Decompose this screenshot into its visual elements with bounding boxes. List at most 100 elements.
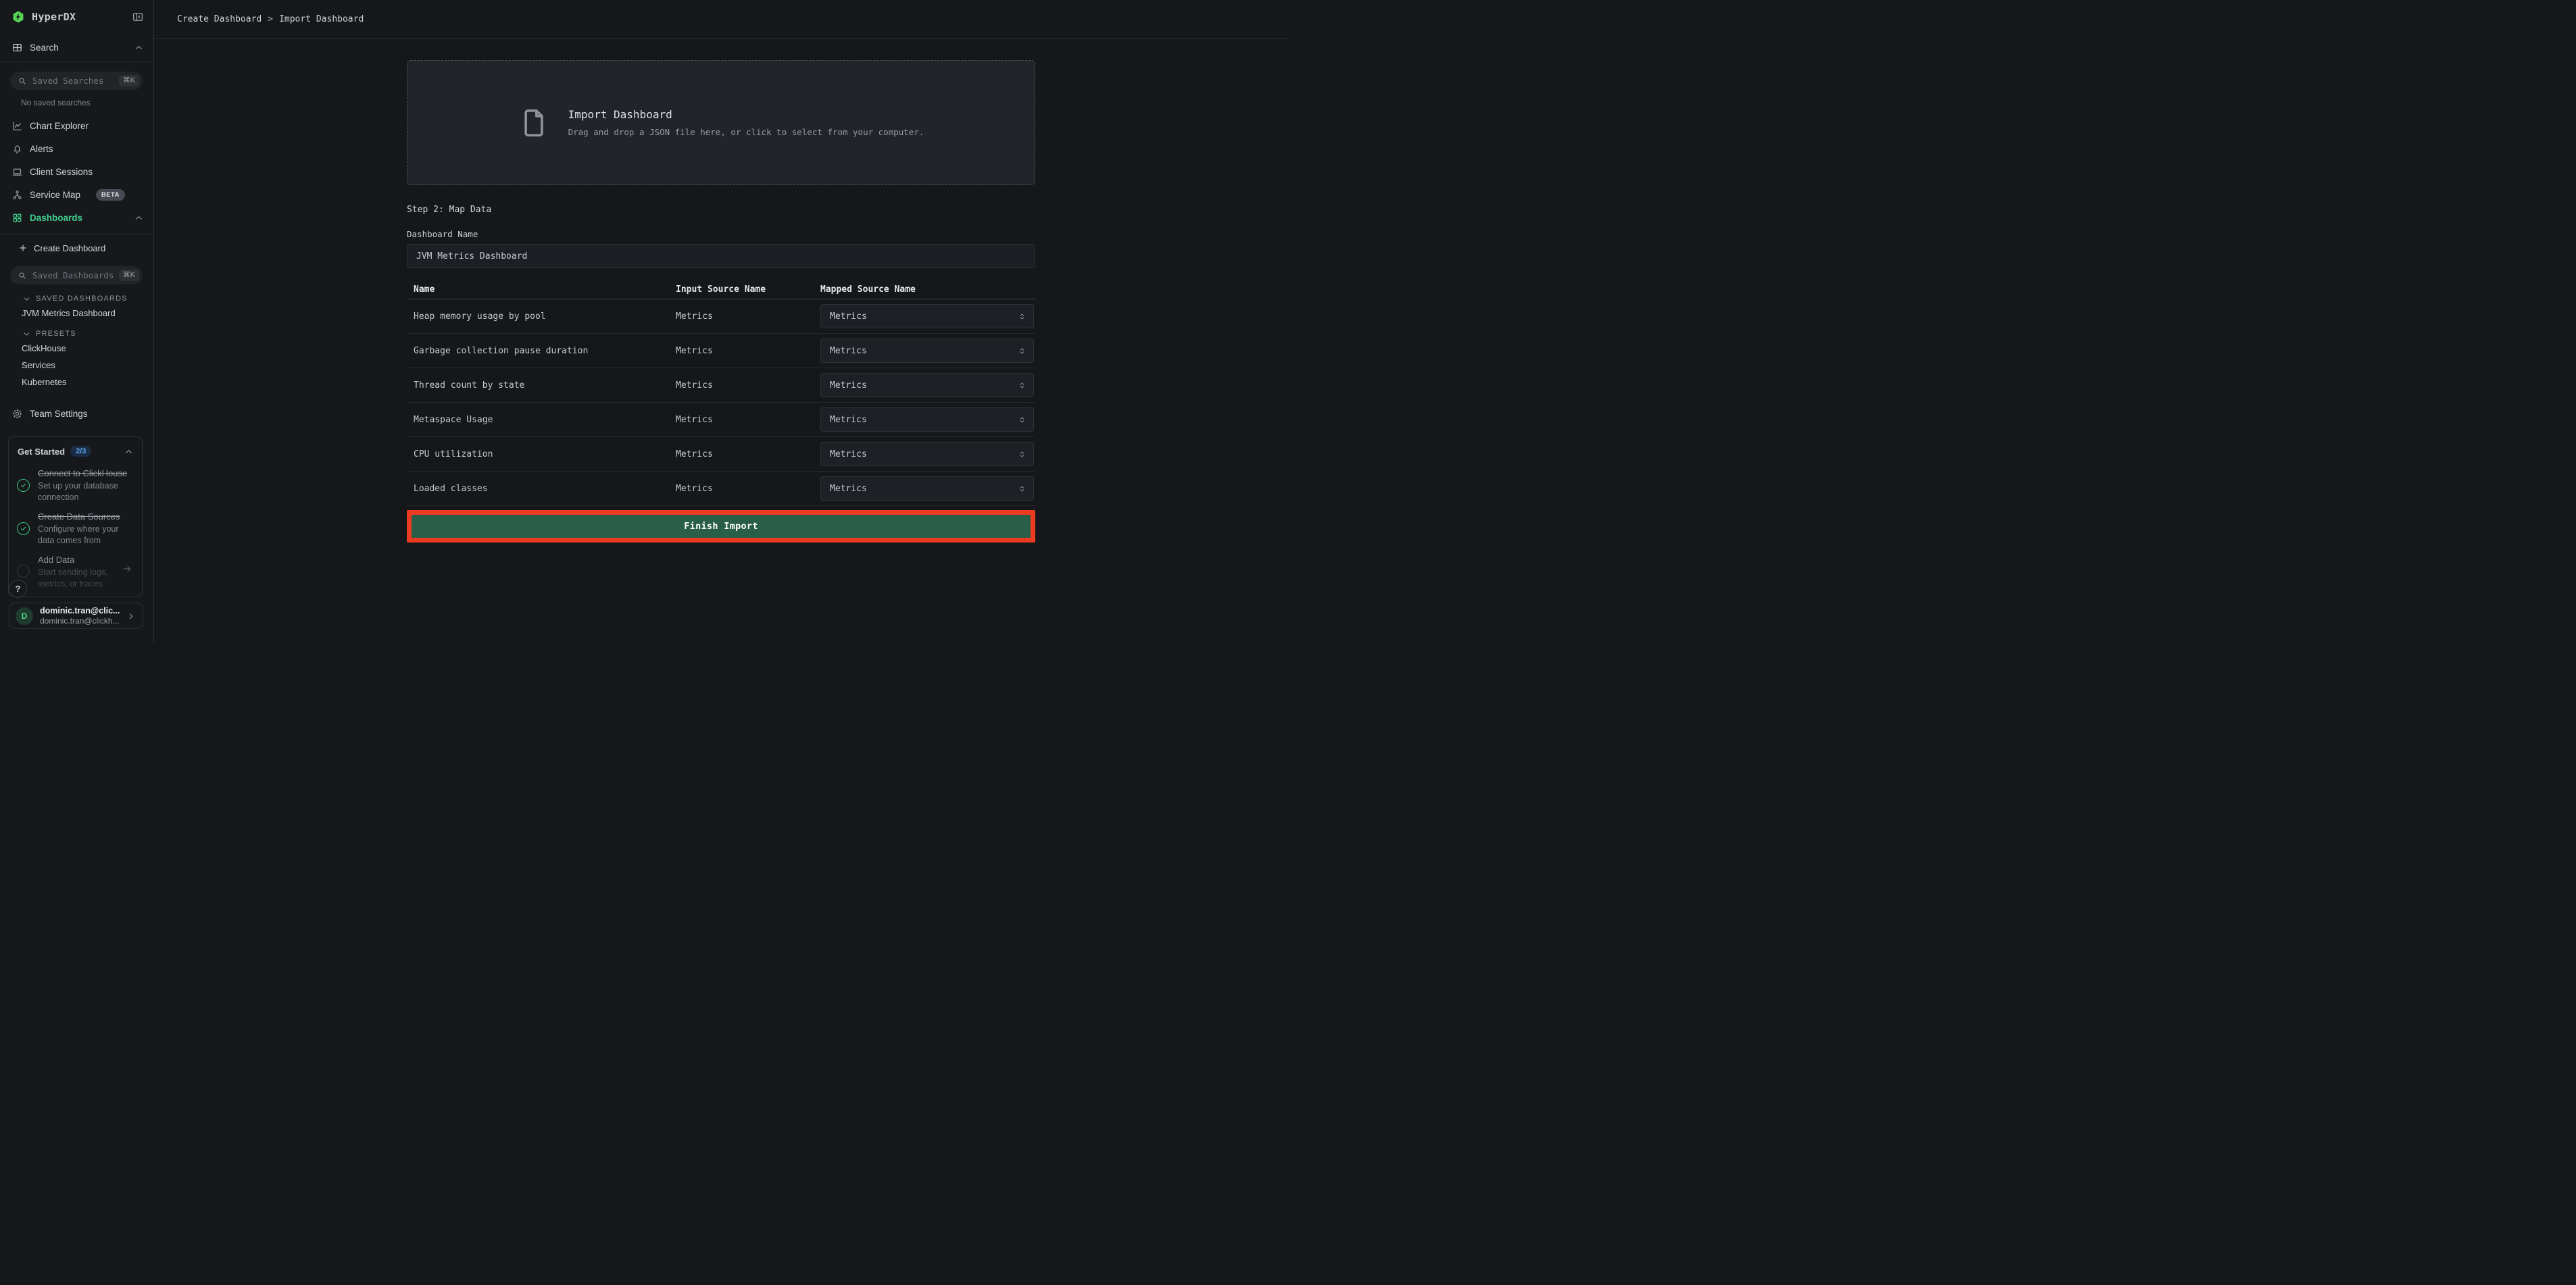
updown-chevrons-icon [1018, 381, 1026, 390]
saved-dashboards-section-toggle[interactable]: SAVED DASHBOARDS [0, 293, 153, 305]
chevron-up-icon[interactable] [124, 447, 134, 457]
avatar: D [16, 607, 33, 625]
nav-label: Dashboards [30, 213, 82, 223]
updown-chevrons-icon [1018, 450, 1026, 459]
empty-circle-icon [17, 565, 30, 578]
section-label: SAVED DASHBOARDS [36, 295, 128, 303]
nav-label: Client Sessions [30, 167, 93, 177]
row-input-source-cell: Metrics [676, 380, 820, 390]
check-circle-icon [17, 479, 30, 492]
mapped-source-select[interactable]: Metrics [820, 442, 1034, 466]
sidebar-nav: Chart Explorer Alerts Client Sessions [0, 114, 153, 229]
step-title: Connect to ClickHouse [38, 468, 130, 479]
app-title: HyperDX [32, 11, 76, 23]
annotation-highlight-box: Finish Import [407, 510, 1035, 543]
arrow-right-icon [122, 563, 132, 574]
logo-row: HyperDX [0, 0, 153, 34]
main-area: Create Dashboard > Import Dashboard Impo… [154, 0, 1288, 642]
create-dashboard-button[interactable]: Create Dashboard [0, 235, 153, 261]
table-row: Garbage collection pause duration Metric… [407, 334, 1035, 368]
search-icon [18, 76, 27, 86]
progress-badge: 2/3 [70, 446, 91, 457]
updown-chevrons-icon [1018, 312, 1026, 321]
user-menu[interactable]: D dominic.tran@clic... dominic.tran@clic… [9, 603, 143, 629]
check-circle-icon [17, 522, 30, 535]
laptop-icon [11, 166, 23, 178]
saved-searches-placeholder: Saved Searches [32, 76, 114, 86]
search-icon [18, 271, 27, 280]
search-section-label: Search [30, 43, 59, 53]
step-subtitle: Start sending logs, metrics, or traces [38, 567, 130, 589]
sidebar-item-alerts[interactable]: Alerts [0, 137, 153, 160]
chevron-right-icon [126, 611, 136, 621]
app-window: HyperDX Search Saved Search [0, 0, 1288, 642]
sidebar-item-kubernetes[interactable]: Kubernetes [0, 374, 153, 390]
chevron-down-icon [22, 295, 31, 303]
sidebar-item-services[interactable]: Services [0, 357, 153, 374]
step-title: Create Data Sources [38, 511, 130, 522]
updown-chevrons-icon [1018, 415, 1026, 424]
row-name-cell: Thread count by state [407, 380, 676, 390]
import-dropzone[interactable]: Import Dashboard Drag and drop a JSON fi… [407, 60, 1035, 185]
breadcrumb-separator: > [268, 14, 273, 24]
sidebar-item-jvm-metrics-dashboard[interactable]: JVM Metrics Dashboard [0, 305, 153, 322]
selected-value: Metrics [830, 311, 867, 322]
step-subtitle: Configure where your data comes from [38, 524, 130, 546]
breadcrumb-import-dashboard: Import Dashboard [279, 14, 364, 24]
dashboard-name-input[interactable] [407, 244, 1035, 268]
nav-label: Service Map [30, 190, 80, 200]
finish-import-button[interactable]: Finish Import [412, 515, 1031, 538]
saved-searches-input[interactable]: Saved Searches ⌘K [10, 72, 143, 90]
dashboard-name-label: Dashboard Name [407, 229, 1035, 239]
shortcut-badge: ⌘K [119, 270, 139, 281]
chevron-up-icon[interactable] [134, 213, 144, 223]
table-row: CPU utilization Metrics Metrics [407, 437, 1035, 472]
content: Import Dashboard Drag and drop a JSON fi… [154, 39, 1288, 642]
chevron-up-icon[interactable] [134, 43, 144, 53]
row-name-cell: Heap memory usage by pool [407, 311, 676, 322]
sidebar-item-team-settings[interactable]: Team Settings [0, 402, 153, 425]
gear-icon [11, 408, 23, 420]
sidebar-item-dashboards[interactable]: Dashboards [0, 206, 153, 229]
table-row: Heap memory usage by pool Metrics Metric… [407, 299, 1035, 334]
selected-value: Metrics [830, 415, 867, 425]
chevron-down-icon [22, 330, 31, 338]
help-button[interactable]: ? [9, 580, 27, 598]
team-settings-label: Team Settings [30, 409, 88, 419]
dropzone-subtitle: Drag and drop a JSON file here, or click… [568, 127, 924, 137]
plus-icon [18, 243, 28, 253]
sidebar-collapse-icon[interactable] [132, 11, 144, 23]
get-started-header[interactable]: Get Started 2/3 [9, 437, 142, 461]
sidebar-item-chart-explorer[interactable]: Chart Explorer [0, 114, 153, 137]
sidebar: HyperDX Search Saved Search [0, 0, 154, 642]
file-icon [518, 107, 549, 138]
nav-label: Alerts [30, 144, 53, 154]
chart-icon [11, 120, 23, 132]
hyperdx-logo[interactable]: HyperDX [11, 9, 76, 24]
saved-dashboards-input[interactable]: Saved Dashboards ⌘K [10, 266, 143, 284]
hyperdx-logo-icon [11, 9, 26, 24]
presets-section-toggle[interactable]: PRESETS [0, 328, 153, 340]
get-started-item-add-data[interactable]: Add Data Start sending logs, metrics, or… [9, 547, 142, 590]
table-row: Loaded classes Metrics Metrics [407, 472, 1035, 506]
selected-value: Metrics [830, 484, 867, 494]
shortcut-badge: ⌘K [119, 75, 139, 86]
row-name-cell: Metaspace Usage [407, 415, 676, 425]
mapped-source-select[interactable]: Metrics [820, 373, 1034, 397]
column-header-input-source: Input Source Name [676, 284, 820, 295]
step-label: Step 2: Map Data [407, 205, 1035, 215]
sidebar-item-service-map[interactable]: Service Map BETA [0, 183, 153, 206]
no-saved-searches-text: No saved searches [0, 98, 153, 107]
table-header: Name Input Source Name Mapped Source Nam… [407, 280, 1035, 299]
dashboards-grid-icon [11, 212, 23, 224]
mapped-source-select[interactable]: Metrics [820, 476, 1034, 501]
sidebar-item-client-sessions[interactable]: Client Sessions [0, 160, 153, 183]
sidebar-item-search[interactable]: Search [0, 34, 153, 62]
breadcrumb-create-dashboard[interactable]: Create Dashboard [177, 14, 262, 24]
sidebar-item-clickhouse[interactable]: ClickHouse [0, 340, 153, 357]
mapped-source-select[interactable]: Metrics [820, 407, 1034, 432]
get-started-item-connect[interactable]: Connect to ClickHouse Set up your databa… [9, 461, 142, 504]
mapped-source-select[interactable]: Metrics [820, 304, 1034, 328]
mapped-source-select[interactable]: Metrics [820, 338, 1034, 363]
get-started-item-sources[interactable]: Create Data Sources Configure where your… [9, 504, 142, 547]
